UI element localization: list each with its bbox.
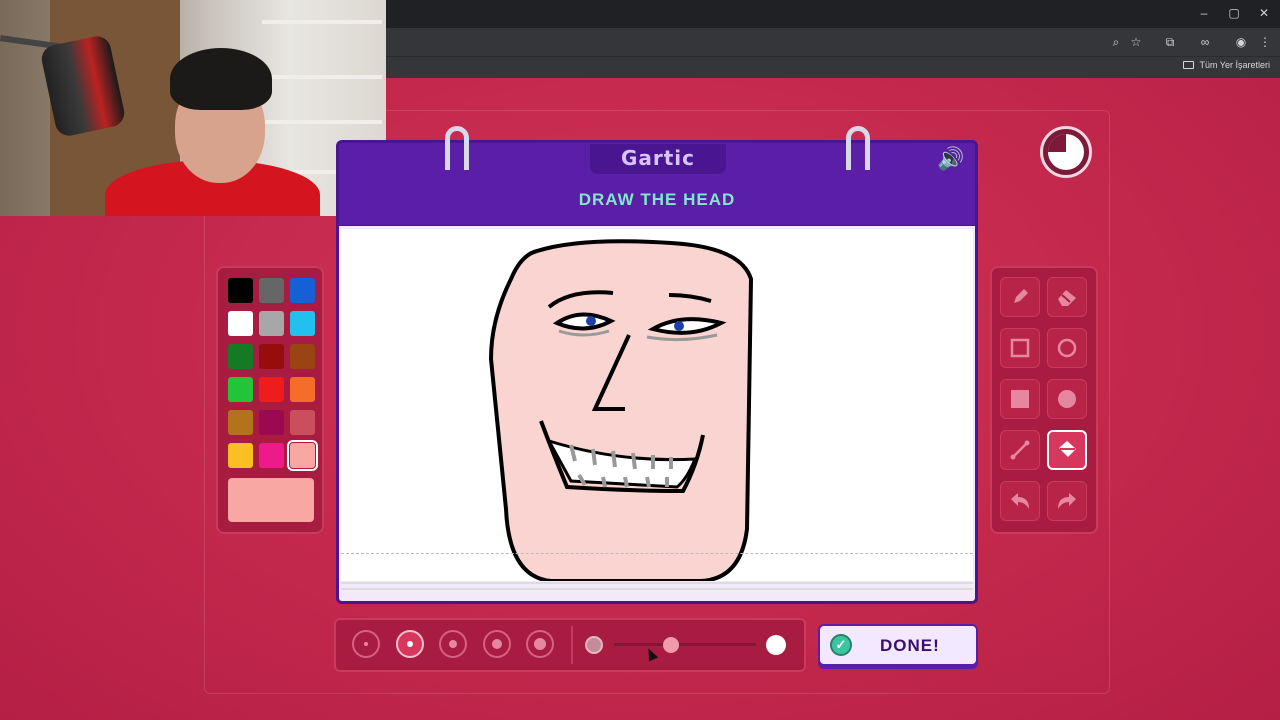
check-icon: ✓ (830, 634, 852, 656)
page-guide-line (341, 553, 973, 554)
webcam-shelf (262, 120, 382, 124)
brush-size-button[interactable] (482, 630, 511, 658)
circle-outline-icon (1057, 338, 1077, 358)
circle-outline-tool[interactable] (1047, 328, 1087, 368)
line-tool[interactable] (1000, 430, 1040, 470)
color-swatch[interactable] (259, 311, 284, 336)
left-eye (552, 312, 616, 331)
circle-filled-icon (1057, 389, 1077, 409)
brush-size-dot (364, 642, 368, 646)
redo-tool[interactable] (1047, 481, 1087, 521)
done-button[interactable]: ✓ DONE! (818, 624, 978, 666)
rectangle-filled-icon (1010, 389, 1030, 409)
fill-bucket-tool[interactable] (1047, 430, 1087, 470)
bookmarks-folder[interactable]: Tüm Yer İşaretleri (1183, 60, 1270, 70)
folder-icon (1183, 61, 1195, 69)
color-swatch[interactable] (228, 278, 253, 303)
link-icon[interactable]: ∞ (1197, 34, 1213, 50)
star-icon[interactable]: ☆ (1128, 34, 1144, 50)
color-swatch[interactable] (290, 377, 315, 402)
close-icon[interactable]: ✕ (1256, 6, 1272, 20)
right-pupil (674, 321, 684, 331)
pencil-tool[interactable] (1000, 277, 1040, 317)
color-swatch[interactable] (290, 410, 315, 435)
restore-icon[interactable]: ▢ (1226, 6, 1242, 20)
drawing (488, 239, 754, 581)
brush-size-button[interactable] (395, 630, 424, 658)
color-swatch[interactable] (259, 377, 284, 402)
webcam-person-hair (170, 48, 272, 110)
game-logo: Gartic (590, 144, 726, 174)
brush-size-button[interactable] (352, 630, 380, 658)
opacity-low-icon (585, 636, 603, 654)
color-swatch[interactable] (228, 344, 253, 369)
sound-icon[interactable]: 🔊 (936, 146, 966, 172)
profile-avatar-icon[interactable]: ◉ (1233, 34, 1249, 50)
webcam-shelf (262, 75, 382, 79)
page-edge (341, 588, 973, 590)
menu-icon[interactable]: ⋮ (1257, 34, 1273, 50)
rectangle-outline-icon (1010, 338, 1030, 358)
fill-bucket-icon (1056, 439, 1078, 461)
notebook-ring (846, 126, 870, 170)
color-swatch[interactable] (290, 278, 315, 303)
brush-size-dot (534, 638, 546, 650)
color-swatch[interactable] (228, 443, 253, 468)
color-swatch[interactable] (290, 311, 315, 336)
color-swatch[interactable] (228, 377, 253, 402)
color-swatch[interactable] (287, 440, 318, 471)
current-color-preview (228, 478, 314, 522)
done-button-label: DONE! (880, 636, 940, 655)
minimize-icon[interactable]: – (1196, 6, 1212, 20)
eraser-icon (1056, 287, 1078, 307)
page-edge (341, 582, 973, 584)
rectangle-filled-tool[interactable] (1000, 379, 1040, 419)
eraser-tool[interactable] (1047, 277, 1087, 317)
extensions-icon[interactable]: ⧉ (1162, 34, 1178, 50)
opacity-high-icon (766, 635, 786, 655)
circle-filled-tool[interactable] (1047, 379, 1087, 419)
brush-size-dot (406, 641, 413, 647)
brush-size-button[interactable] (439, 630, 467, 658)
redo-icon (1056, 491, 1078, 511)
color-palette (216, 266, 324, 534)
color-swatch[interactable] (259, 410, 284, 435)
pencil-icon (1010, 287, 1030, 307)
opacity-slider[interactable] (614, 643, 756, 646)
zoom-icon[interactable]: ⌕ (1108, 34, 1124, 50)
color-swatch[interactable] (259, 443, 284, 468)
webcam-shelf (262, 20, 382, 24)
opacity-slider-thumb[interactable] (662, 637, 679, 653)
timer-icon (1040, 126, 1092, 178)
notebook-ring (445, 126, 469, 170)
brush-size-dot (491, 639, 502, 649)
color-swatch[interactable] (259, 278, 284, 303)
drawing-prompt: DRAW THE HEAD (578, 190, 736, 209)
line-icon (1010, 440, 1030, 460)
undo-icon (1009, 491, 1031, 511)
undo-tool[interactable] (1000, 481, 1040, 521)
color-swatch[interactable] (290, 344, 315, 369)
webcam-overlay (0, 0, 386, 216)
brush-size-dot (449, 640, 457, 648)
drawing-canvas[interactable] (341, 229, 973, 581)
rectangle-outline-tool[interactable] (1000, 328, 1040, 368)
head-outline (488, 239, 754, 581)
color-swatch[interactable] (228, 410, 253, 435)
color-swatch[interactable] (228, 311, 253, 336)
color-swatch[interactable] (259, 344, 284, 369)
brush-size-button[interactable] (526, 630, 554, 658)
bookmarks-folder-label: Tüm Yer İşaretleri (1199, 60, 1270, 70)
brush-bar-divider (571, 626, 573, 664)
left-pupil (586, 316, 596, 326)
